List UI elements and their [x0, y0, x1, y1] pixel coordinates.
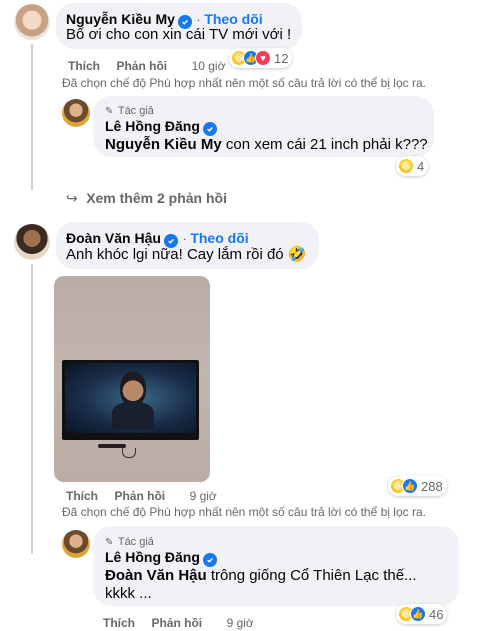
- reply-text: Nguyễn Kiều My con xem cái 21 inch phải …: [105, 136, 428, 153]
- like-reaction-icon: 👍: [402, 478, 418, 494]
- reply-arrow-icon: ↪: [66, 190, 78, 206]
- filter-note: Đã chọn chế độ Phù hợp nhất nên một số c…: [62, 76, 426, 90]
- reply-header: Lê Hồng Đăng: [105, 118, 217, 136]
- reply-text: Đoàn Văn Hậu trông giống Cổ Thiên Lạc th…: [105, 567, 417, 584]
- reaction-count: 12: [274, 50, 289, 66]
- comment-timestamp[interactable]: 9 giờ: [190, 489, 217, 503]
- reaction-count: 4: [417, 158, 425, 174]
- thread-line: [31, 44, 33, 190]
- reaction-summary[interactable]: 😆 👍 288: [388, 476, 447, 496]
- like-button[interactable]: Thích: [103, 616, 135, 630]
- thread-line: [31, 264, 33, 554]
- author-badge-icon: ✎: [105, 106, 114, 117]
- avatar-le-hong-dang[interactable]: [62, 99, 90, 127]
- mention-link[interactable]: Đoàn Văn Hậu: [105, 567, 207, 584]
- comment-text: Anh khóc lgi nữa! Cay lắm rồi đó 🤣: [66, 246, 307, 263]
- author-badge-icon: ✎: [105, 537, 114, 548]
- tv-screen: [62, 360, 199, 440]
- avatar-nguyen-kieu-my[interactable]: [14, 4, 50, 40]
- comment-text: Bố ơi cho con xin cái TV mới với !: [66, 26, 292, 43]
- reaction-count: 288: [421, 478, 443, 494]
- avatar-doan-van-hau[interactable]: [14, 224, 50, 260]
- comment-actions: Thích Phản hồi 10 giờ: [68, 57, 225, 75]
- reply-button[interactable]: Phản hồi: [114, 489, 165, 503]
- reply-timestamp[interactable]: 9 giờ: [227, 616, 254, 630]
- like-reaction-icon: 👍: [410, 606, 426, 622]
- attached-photo[interactable]: [54, 276, 210, 482]
- mention-link[interactable]: Nguyễn Kiều My: [105, 136, 222, 153]
- author-badge: ✎ Tác giả: [105, 536, 154, 548]
- reaction-count: 46: [429, 606, 444, 622]
- love-reaction-icon: ♥: [255, 50, 271, 66]
- view-more-replies-link[interactable]: ↪ Xem thêm 2 phản hồi: [66, 190, 227, 208]
- verified-badge-icon: [202, 553, 217, 567]
- commenter-name[interactable]: Đoàn Văn Hậu: [66, 230, 161, 246]
- reply-button[interactable]: Phản hồi: [116, 59, 167, 73]
- comment-actions: Thích Phản hồi 9 giờ: [66, 487, 217, 505]
- reaction-summary[interactable]: 😆 👍 46: [396, 604, 448, 624]
- like-button[interactable]: Thích: [66, 489, 98, 503]
- replier-name[interactable]: Lê Hồng Đăng: [105, 118, 200, 134]
- reaction-summary[interactable]: 😆 👍 ♥ 12: [229, 48, 293, 68]
- reply-button[interactable]: Phản hồi: [151, 616, 202, 630]
- replier-name[interactable]: Lê Hồng Đăng: [105, 549, 200, 565]
- comment-timestamp[interactable]: 10 giờ: [192, 59, 226, 73]
- reaction-summary[interactable]: 😆 4: [396, 156, 429, 176]
- filter-note: Đã chọn chế độ Phù hợp nhất nên một số c…: [62, 505, 426, 519]
- follow-button[interactable]: Theo dõi: [190, 230, 248, 246]
- avatar-le-hong-dang[interactable]: [62, 530, 90, 558]
- verified-badge-icon: [202, 122, 217, 136]
- reply-text-line2: kkkk ...: [105, 585, 152, 602]
- author-badge: ✎ Tác giả: [105, 105, 154, 117]
- reply-header: Lê Hồng Đăng: [105, 549, 217, 567]
- reply-actions: Thích Phản hồi 9 giờ: [103, 614, 254, 631]
- like-button[interactable]: Thích: [68, 59, 100, 73]
- haha-reaction-icon: 😆: [398, 158, 414, 174]
